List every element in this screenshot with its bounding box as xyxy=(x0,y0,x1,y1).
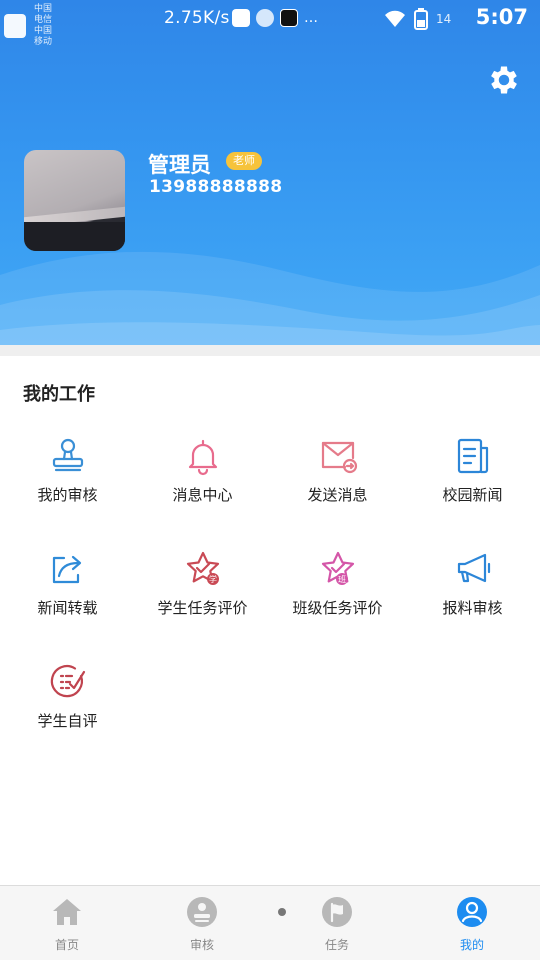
nav-label: 我的 xyxy=(459,938,484,952)
nav-item-audit[interactable]: 审核 xyxy=(162,896,242,953)
battery-icon xyxy=(414,8,428,30)
nav-label: 首页 xyxy=(54,938,79,952)
user-name: 管理员 xyxy=(148,153,211,177)
star-student-icon: 学 xyxy=(186,551,219,585)
section-title: 我的工作 xyxy=(23,384,95,405)
user-phone: 13988888888 xyxy=(149,177,283,197)
work-item-campus-news[interactable]: 校园新闻 xyxy=(405,436,540,516)
user-avatar[interactable] xyxy=(24,150,125,251)
home-icon xyxy=(53,899,81,925)
audit-icon xyxy=(187,897,217,927)
work-item-my-audit[interactable]: 我的审核 xyxy=(0,436,135,516)
battery-level: 14 xyxy=(436,12,452,26)
work-item-label: 新闻转载 xyxy=(37,599,98,617)
share-icon xyxy=(52,555,81,584)
settings-gear-icon[interactable] xyxy=(486,62,522,98)
nav-label: 审核 xyxy=(189,938,214,952)
nav-indicator-dot xyxy=(278,908,286,916)
self-eval-icon xyxy=(50,665,85,698)
status-right-icons: 14 xyxy=(384,8,451,30)
news-icon xyxy=(457,438,488,474)
capcut-icon xyxy=(280,9,298,27)
baidu-icon xyxy=(232,9,250,27)
work-item-label: 消息中心 xyxy=(172,486,233,504)
nav-item-home[interactable]: 首页 xyxy=(27,896,107,953)
role-badge: 老师 xyxy=(226,152,262,170)
work-item-label: 学生自评 xyxy=(37,712,98,730)
stamp-icon xyxy=(52,438,83,472)
work-item-label: 我的审核 xyxy=(37,486,98,504)
header-waves xyxy=(0,251,540,345)
work-item-student-self-eval[interactable]: 学生自评 xyxy=(0,662,135,742)
work-item-label: 报料审核 xyxy=(442,599,503,617)
svg-text:班: 班 xyxy=(338,574,346,584)
network-speed: 2.75K/s xyxy=(164,8,230,28)
svg-text:学: 学 xyxy=(209,574,217,584)
section-divider xyxy=(0,345,540,356)
work-item-label: 校园新闻 xyxy=(442,486,503,504)
work-item-student-task-eval[interactable]: 学 学生任务评价 xyxy=(135,549,270,629)
status-carrier: 中国电信 中国移动 xyxy=(4,4,56,48)
status-bar: 中国电信 中国移动 … 2.75K/s 14 5:07 xyxy=(0,0,540,47)
work-item-class-task-eval[interactable]: 班 班级任务评价 xyxy=(270,549,405,629)
nav-label: 任务 xyxy=(324,938,349,952)
megaphone-icon xyxy=(457,553,490,583)
work-item-label: 班级任务评价 xyxy=(292,599,383,617)
mail-send-icon xyxy=(321,441,357,474)
more-notifications-icon: … xyxy=(304,10,318,26)
notification-icon xyxy=(4,14,26,38)
nav-item-task[interactable]: 任务 xyxy=(297,896,377,953)
bottom-nav: 首页 审核 任务 我的 xyxy=(0,885,540,960)
clock: 5:07 xyxy=(475,5,528,29)
profile-header: 中国电信 中国移动 … 2.75K/s 14 5:07 管理员 老师 13988… xyxy=(0,0,540,345)
app-icon xyxy=(256,9,274,27)
work-item-label: 学生任务评价 xyxy=(157,599,248,617)
carrier-label: 中国电信 中国移动 xyxy=(34,4,53,47)
wifi-icon xyxy=(385,10,405,27)
work-item-message-center[interactable]: 消息中心 xyxy=(135,436,270,516)
flag-icon xyxy=(322,897,352,927)
work-item-send-message[interactable]: 发送消息 xyxy=(270,436,405,516)
bell-icon xyxy=(188,439,217,476)
work-item-label: 发送消息 xyxy=(307,486,368,504)
user-icon xyxy=(457,897,487,927)
work-item-report-audit[interactable]: 报料审核 xyxy=(405,549,540,629)
work-item-news-repost[interactable]: 新闻转载 xyxy=(0,549,135,629)
star-class-icon: 班 xyxy=(321,551,354,585)
status-app-icons: … xyxy=(232,9,318,27)
nav-item-mine[interactable]: 我的 xyxy=(432,896,512,953)
